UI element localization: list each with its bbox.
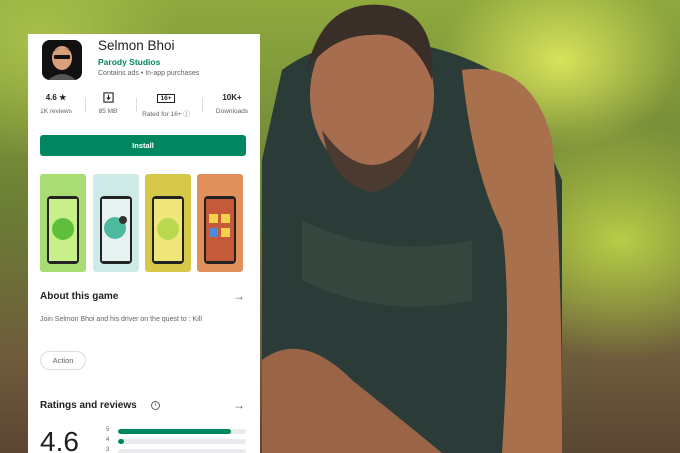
rating-bar-label: 4 [106,437,110,443]
stat-size-label: 85 MB [98,108,118,115]
about-description: Join Selmon Bhoi and his driver on the q… [40,316,202,323]
stat-rating: 4.6 ★ 1K reviews [34,92,78,115]
download-icon [86,92,130,104]
rating-bar-track [118,439,246,444]
rating-bar-4: 4 [106,437,248,445]
stat-rating-value: 4.6 ★ [45,93,67,102]
content-rating-value: 16+ [157,94,175,103]
install-button[interactable]: Install [40,135,246,156]
rating-bar-5: 5 [106,427,248,435]
app-meta: Contains ads • In-app purchases [98,70,200,77]
genre-chip[interactable]: Action [40,351,86,370]
about-arrow-icon[interactable]: → [233,289,245,303]
photo-person [262,0,562,453]
rating-bar-track [118,429,246,434]
divider [202,98,203,112]
stat-content-rating-label: Rated for 16+ ⓘ [142,111,190,118]
about-title: About this game [40,291,119,302]
screenshot-4[interactable] [197,174,243,272]
developer-link[interactable]: Parody Studios [98,57,160,67]
average-rating: 4.6 [40,426,79,453]
stat-content-rating[interactable]: 16+ Rated for 16+ ⓘ [136,92,196,118]
rating-bar-fill [118,439,125,444]
rating-bar-fill [118,429,231,434]
stat-size: 85 MB [86,92,130,115]
app-title: Selmon Bhoi [98,38,175,53]
stat-downloads-label: Downloads [215,108,249,115]
info-icon[interactable]: i [151,401,160,410]
screenshot-3[interactable] [145,174,191,272]
stats-row: 4.6 ★ 1K reviews 85 MB 16+ Rated for 16+… [28,92,260,122]
rating-bar-label: 3 [106,447,110,453]
screenshots-carousel[interactable] [40,174,260,272]
screenshot-1[interactable] [40,174,86,272]
screenshot-2[interactable] [93,174,139,272]
stat-rating-label: 1K reviews [40,108,72,115]
ratings-title: Ratings and reviews [40,400,137,411]
content-rating-badge: 16+ [136,92,196,104]
stat-downloads: 10K+ Downloads [206,92,258,115]
rating-bar-3: 3 [106,447,248,453]
app-icon[interactable] [42,40,82,80]
ratings-arrow-icon[interactable]: → [233,398,245,412]
stat-downloads-value: 10K+ [222,93,242,102]
rating-bar-label: 5 [106,427,110,433]
rating-bar-track [118,449,246,453]
play-store-card: Selmon Bhoi Parody Studios Contains ads … [28,34,260,453]
